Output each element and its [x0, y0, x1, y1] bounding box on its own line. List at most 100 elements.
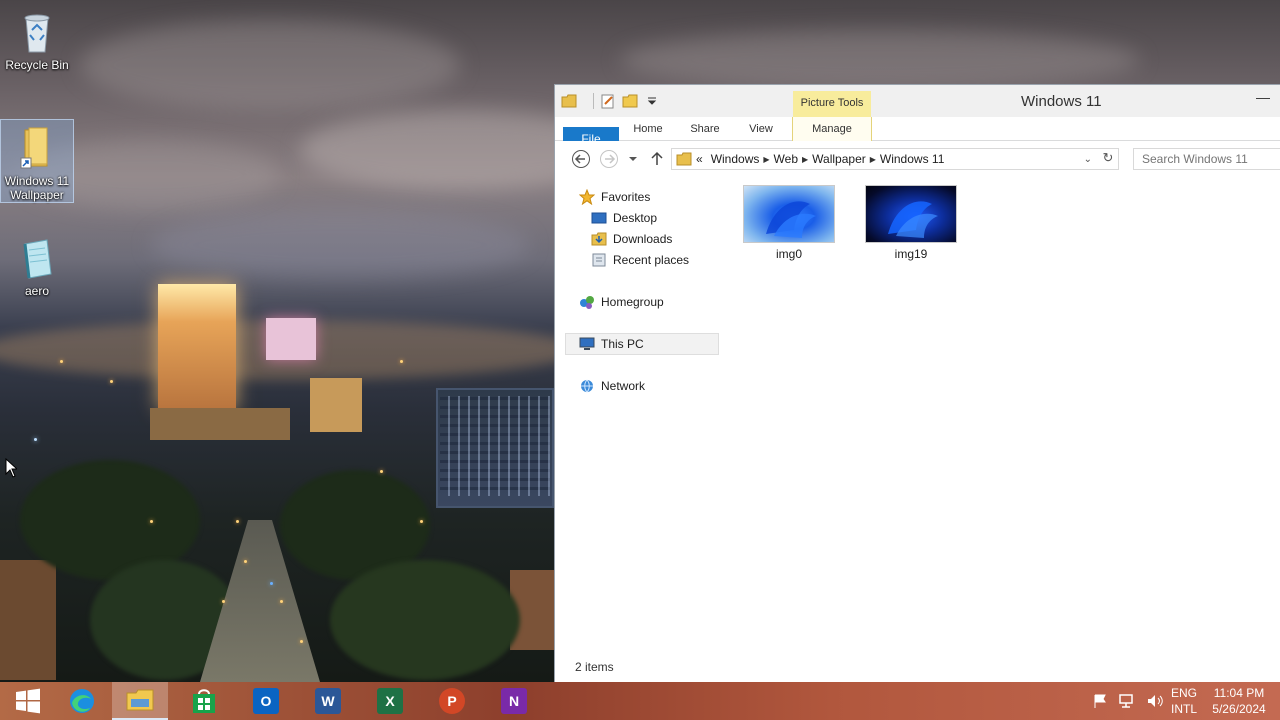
desktop-icon-label: aero [24, 284, 50, 298]
desktop-icon-windows-11-wallpaper[interactable]: Windows 11 Wallpaper [0, 119, 74, 203]
taskbar-powerpoint[interactable]: P [424, 682, 480, 720]
excel-icon: X [377, 688, 403, 714]
customize-toolbar-icon[interactable] [644, 93, 660, 109]
forward-icon[interactable] [599, 149, 619, 169]
input-language-indicator[interactable]: ENG INTL [1164, 682, 1204, 720]
quick-access-toolbar [561, 93, 660, 109]
star-icon [579, 189, 595, 205]
folder-icon [126, 689, 154, 711]
nav-item-label: Homegroup [601, 295, 664, 309]
file-item-img19[interactable]: img19 [861, 185, 961, 261]
new-folder-icon[interactable] [622, 93, 638, 109]
nav-item-label: Desktop [613, 211, 658, 225]
desktop-icon-label: Windows 11 Wallpaper [4, 174, 70, 202]
breadcrumb-windows-11[interactable]: Windows 11 [880, 152, 944, 166]
recent-locations-icon[interactable] [627, 149, 639, 169]
window-title: Windows 11 [1021, 93, 1102, 110]
computer-icon [579, 337, 595, 350]
title-bar: Picture Tools Windows 11 — [555, 85, 1280, 117]
chevron-right-icon[interactable]: ▶ [763, 155, 769, 164]
file-item-img0[interactable]: img0 [739, 185, 839, 261]
navigation-bar: « Windows ▶ Web ▶ Wallpaper ▶ Windows 11… [555, 141, 1280, 175]
system-tray [1092, 682, 1164, 720]
desktop-icon-recycle-bin[interactable]: Recycle Bin [1, 4, 73, 72]
nav-item-network[interactable]: Network [579, 376, 645, 396]
chevron-right-icon[interactable]: ▶ [870, 155, 876, 164]
recent-places-icon [592, 253, 606, 267]
nav-item-this-pc[interactable]: This PC [579, 334, 644, 354]
file-list: img0 img19 [723, 175, 1279, 665]
refresh-icon[interactable]: ↻ [1098, 148, 1118, 170]
nav-item-label: Favorites [601, 190, 651, 204]
ribbon-tabs: File Home Share View Manage [555, 117, 1280, 151]
folder-icon [561, 94, 577, 108]
start-button[interactable] [0, 682, 56, 720]
clock-date: 5/26/2024 [1212, 702, 1266, 716]
theme-file-icon [17, 236, 57, 280]
tab-view[interactable]: View [737, 117, 785, 141]
taskbar-outlook[interactable]: O [238, 682, 294, 720]
taskbar-edge[interactable] [54, 682, 110, 720]
taskbar: O W X P N ENG INTL 11:04 PM 5/26/2024 [0, 682, 1280, 720]
folder-shortcut-icon [17, 126, 57, 170]
taskbar-excel[interactable]: X [362, 682, 418, 720]
breadcrumb-windows[interactable]: Windows [711, 152, 760, 166]
keyboard-layout: INTL [1170, 702, 1197, 716]
chevron-down-icon[interactable]: ⌄ [1084, 154, 1092, 165]
breadcrumb-wallpaper[interactable]: Wallpaper [812, 152, 866, 166]
word-icon: W [315, 688, 341, 714]
minimize-button[interactable]: — [1246, 85, 1280, 113]
recycle-bin-icon [17, 10, 57, 54]
nav-item-recent-places[interactable]: Recent places [591, 250, 689, 270]
picture-tools-context-tab: Picture Tools [793, 91, 871, 117]
language-code: ENG [1170, 686, 1197, 700]
clock-time: 11:04 PM [1213, 686, 1265, 700]
status-bar-item-count: 2 items [575, 660, 614, 674]
desktop-icon [591, 212, 607, 224]
store-icon [193, 689, 215, 713]
image-thumbnail [865, 185, 957, 243]
nav-item-label: Network [601, 379, 646, 393]
folder-icon [676, 152, 692, 166]
navigation-pane: Favorites Desktop Downloads Recent place… [555, 175, 721, 665]
network-icon [581, 379, 593, 393]
homegroup-icon [580, 296, 594, 309]
nav-item-favorites[interactable]: Favorites [579, 187, 650, 207]
action-center-flag-icon[interactable] [1092, 693, 1108, 709]
file-name: img0 [775, 247, 802, 261]
breadcrumb-web[interactable]: Web [774, 152, 798, 166]
back-icon[interactable] [571, 149, 591, 169]
network-status-icon[interactable] [1118, 693, 1136, 709]
nav-item-label: Downloads [613, 232, 673, 246]
up-icon[interactable] [649, 149, 665, 169]
clock[interactable]: 11:04 PM 5/26/2024 [1206, 682, 1272, 720]
desktop-icon-label: Recycle Bin [5, 58, 69, 72]
nav-item-downloads[interactable]: Downloads [591, 229, 672, 249]
image-thumbnail [743, 185, 835, 243]
tab-home[interactable]: Home [623, 117, 673, 141]
taskbar-onenote[interactable]: N [486, 682, 542, 720]
properties-icon[interactable] [600, 93, 616, 109]
search-input[interactable] [1133, 148, 1280, 170]
volume-icon[interactable] [1146, 693, 1164, 709]
nav-item-label: This PC [601, 337, 644, 351]
desktop-icon-aero[interactable]: aero [1, 230, 73, 298]
chevron-right-icon[interactable]: ▶ [802, 155, 808, 164]
outlook-icon: O [253, 688, 279, 714]
powerpoint-icon: P [439, 688, 465, 714]
tab-manage[interactable]: Manage [792, 117, 872, 141]
tab-share[interactable]: Share [679, 117, 731, 141]
file-name: img19 [894, 247, 928, 261]
taskbar-store[interactable] [176, 682, 232, 720]
nav-item-homegroup[interactable]: Homegroup [579, 292, 664, 312]
mouse-cursor-icon [5, 458, 17, 478]
taskbar-file-explorer[interactable] [112, 682, 168, 720]
nav-item-desktop[interactable]: Desktop [591, 208, 657, 228]
address-bar[interactable]: « Windows ▶ Web ▶ Wallpaper ▶ Windows 11… [671, 148, 1119, 170]
taskbar-word[interactable]: W [300, 682, 356, 720]
onenote-icon: N [501, 688, 527, 714]
windows-logo-icon [16, 688, 40, 714]
file-explorer-window: Picture Tools Windows 11 — File Home Sha… [554, 84, 1280, 682]
breadcrumb-overflow[interactable]: « [696, 152, 703, 166]
nav-item-label: Recent places [613, 253, 690, 267]
